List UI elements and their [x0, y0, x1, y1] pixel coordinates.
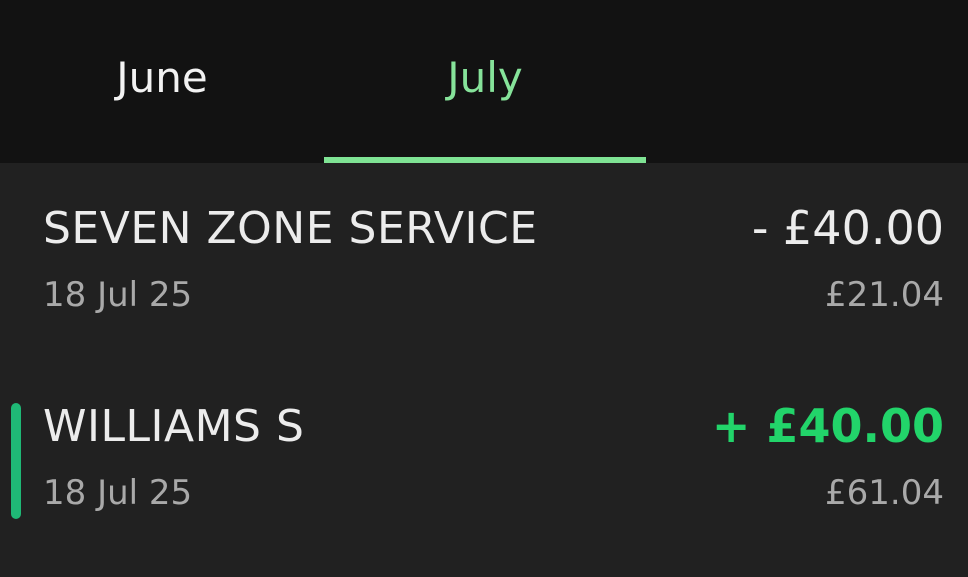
transaction-list: SEVEN ZONE SERVICE 18 Jul 25 - £40.00 £2… [0, 163, 968, 577]
credit-marker [11, 403, 21, 519]
transaction-date: 18 Jul 25 [43, 473, 193, 513]
transaction-row[interactable]: SEVEN ZONE SERVICE 18 Jul 25 - £40.00 £2… [0, 193, 968, 343]
month-tab-bar: June July [0, 0, 968, 163]
tab-july-label: July [447, 53, 523, 102]
tab-june-label: June [116, 53, 208, 102]
running-balance: £21.04 [825, 275, 944, 315]
transaction-merchant: WILLIAMS S [43, 401, 305, 452]
tab-july[interactable]: July [324, 0, 646, 163]
running-balance: £61.04 [825, 473, 944, 513]
transaction-amount: - £40.00 [751, 201, 944, 255]
transaction-row[interactable]: WILLIAMS S 18 Jul 25 + £40.00 £61.04 [0, 391, 968, 541]
transaction-date: 18 Jul 25 [43, 275, 193, 315]
tab-june[interactable]: June [0, 0, 324, 163]
transaction-amount: + £40.00 [711, 399, 944, 453]
transaction-merchant: SEVEN ZONE SERVICE [43, 203, 538, 254]
